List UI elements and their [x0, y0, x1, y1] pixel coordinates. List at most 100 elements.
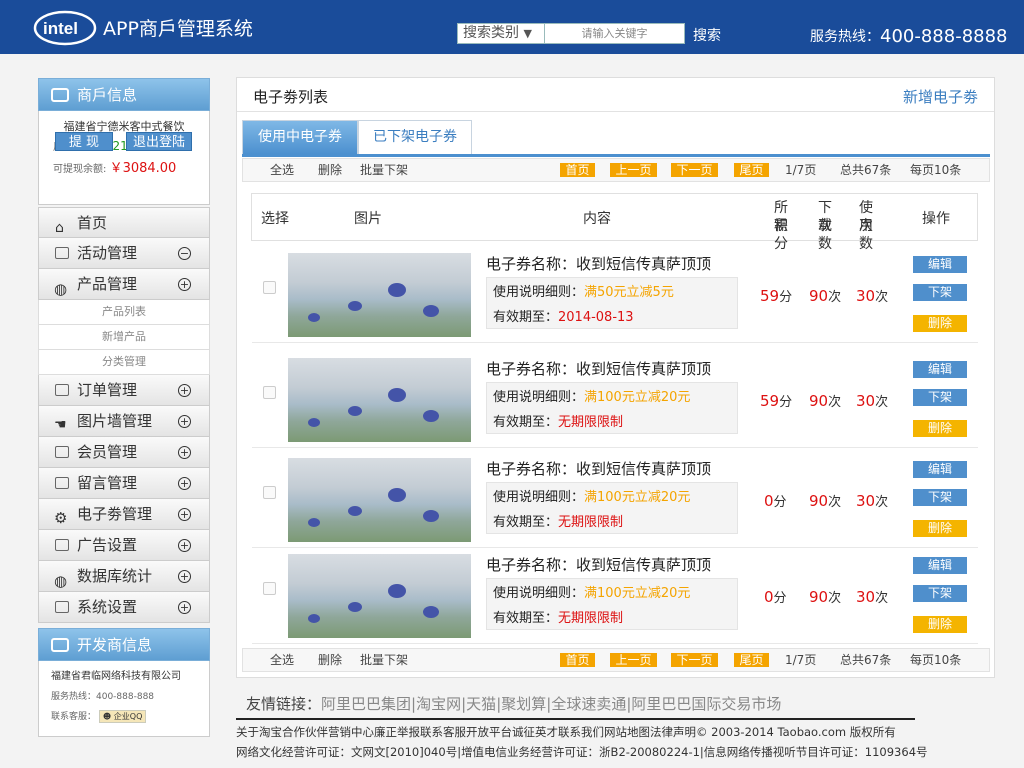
row-checkbox[interactable]	[263, 582, 276, 595]
sidebar-item-settings[interactable]: 系统设置 +	[38, 592, 210, 623]
off-shelf-button[interactable]: 下架	[913, 284, 967, 301]
expand-icon[interactable]: +	[178, 477, 191, 490]
uses-value: 30	[856, 588, 876, 606]
last-page-button[interactable]: 尾页	[734, 653, 769, 667]
select-all-button[interactable]: 全选	[270, 159, 294, 181]
coupon-image[interactable]	[288, 458, 471, 542]
delete-button[interactable]: 删除	[318, 159, 342, 181]
delete-button[interactable]: 删除	[318, 649, 342, 671]
select-all-button[interactable]: 全选	[270, 649, 294, 671]
off-shelf-button[interactable]: 下架	[913, 489, 967, 506]
intel-logo-icon[interactable]: intel	[33, 7, 97, 47]
friend-link[interactable]: 淘宝网	[416, 695, 461, 713]
sidebar-item-label: 广告设置	[77, 536, 138, 554]
uses-value: 30	[856, 287, 876, 305]
friend-link[interactable]: 聚划算	[501, 695, 546, 713]
expiry-label: 有效期至：	[493, 611, 559, 626]
sidebar-item-order[interactable]: 订单管理 +	[38, 375, 210, 406]
prev-page-button[interactable]: 上一页	[610, 163, 657, 177]
prev-page-button[interactable]: 上一页	[610, 653, 657, 667]
edit-button[interactable]: 编辑	[913, 361, 967, 378]
row-checkbox[interactable]	[263, 281, 276, 294]
first-page-button[interactable]: 首页	[560, 653, 595, 667]
expand-icon[interactable]: +	[178, 539, 191, 552]
edit-button[interactable]: 编辑	[913, 461, 967, 478]
next-page-button[interactable]: 下一页	[671, 653, 718, 667]
expand-icon[interactable]: +	[178, 384, 191, 397]
expand-icon[interactable]: +	[178, 446, 191, 459]
coupon-image[interactable]	[288, 358, 471, 442]
sidebar-item-coupon[interactable]: ⚙ 电子劵管理 +	[38, 499, 210, 530]
coupon-detail: 使用说明细则：满100元立减20元 有效期至：无期限限制	[486, 482, 738, 534]
expand-icon[interactable]: +	[178, 278, 191, 291]
delete-row-button[interactable]: 删除	[913, 616, 967, 633]
logo-text: intel	[43, 19, 78, 38]
friend-link[interactable]: 全球速卖通	[551, 695, 626, 713]
expand-icon[interactable]: +	[178, 570, 191, 583]
points-unit: 分	[779, 395, 793, 410]
sidebar-item-label: 留言管理	[77, 474, 138, 492]
footer-divider	[236, 718, 915, 720]
sidebar-item-home[interactable]: ⌂ 首页	[38, 207, 210, 238]
off-shelf-button[interactable]: 下架	[913, 389, 967, 406]
table-row: 电子券名称：收到短信传真萨顶顶 使用说明细则：满100元立减20元 有效期至：无…	[252, 544, 978, 644]
search-input[interactable]: 请输入关键字	[545, 23, 685, 44]
friend-link[interactable]: 阿里巴巴国际交易市场	[631, 695, 781, 713]
batch-off-button[interactable]: 批量下架	[360, 649, 408, 671]
withdraw-button[interactable]: 提 现	[55, 132, 113, 151]
points-value: 59	[760, 287, 780, 305]
main-panel: 电子劵列表 新增电子劵 使用中电子券 已下架电子券 全选 删除 批量下架 首页 …	[236, 77, 995, 678]
edit-button[interactable]: 编辑	[913, 256, 967, 273]
coupon-rule-row: 使用说明细则：满100元立减20元	[493, 386, 690, 405]
sidebar-item-ad[interactable]: 广告设置 +	[38, 530, 210, 561]
tab-active-coupons[interactable]: 使用中电子券	[242, 120, 358, 155]
expand-icon[interactable]: +	[178, 415, 191, 428]
support-label: 联系客服：	[51, 712, 97, 722]
expand-icon[interactable]: +	[178, 508, 191, 521]
sidebar-item-label: 系统设置	[77, 598, 138, 616]
search-category-select[interactable]: 搜索类别 ▼	[457, 23, 545, 44]
qq-chat-button[interactable]: ☻ 企业QQ	[98, 710, 147, 723]
times-unit: 次	[875, 290, 889, 305]
sidebar-subitem-product-category[interactable]: 分类管理	[38, 350, 210, 375]
rule-label: 使用说明细则：	[493, 586, 585, 601]
edit-button[interactable]: 编辑	[913, 557, 967, 574]
table-row: 电子券名称：收到短信传真萨顶顶 使用说明细则：满100元立减20元 有效期至：无…	[252, 448, 978, 548]
logout-button[interactable]: 退出登陆	[126, 132, 192, 151]
off-shelf-button[interactable]: 下架	[913, 585, 967, 602]
sidebar-item-stats[interactable]: ◍ 数据库统计 +	[38, 561, 210, 592]
next-page-button[interactable]: 下一页	[671, 163, 718, 177]
delete-row-button[interactable]: 删除	[913, 420, 967, 437]
coupon-downloads: 90次	[809, 286, 841, 305]
coupon-expiry: 2014-08-13	[558, 310, 634, 325]
times-unit: 次	[828, 591, 842, 606]
sidebar-item-member[interactable]: 会员管理 +	[38, 437, 210, 468]
sidebar-subitem-product-add[interactable]: 新增产品	[38, 325, 210, 350]
delete-row-button[interactable]: 删除	[913, 520, 967, 537]
tab-inactive-coupons[interactable]: 已下架电子券	[358, 120, 472, 155]
search-button[interactable]: 搜索	[693, 25, 721, 45]
add-coupon-button[interactable]: 新增电子劵	[903, 86, 978, 107]
merchant-info-heading: 商戶信息	[38, 78, 210, 111]
delete-row-button[interactable]: 删除	[913, 315, 967, 332]
sidebar-item-gallery[interactable]: ☚ 图片墙管理 +	[38, 406, 210, 437]
friend-link[interactable]: 天猫	[466, 695, 496, 713]
last-page-button[interactable]: 尾页	[734, 163, 769, 177]
sidebar-item-label: 图片墙管理	[77, 412, 153, 430]
expand-icon[interactable]: +	[178, 601, 191, 614]
coupon-image[interactable]	[288, 253, 471, 337]
points-unit: 分	[779, 290, 793, 305]
first-page-button[interactable]: 首页	[560, 163, 595, 177]
coupon-image[interactable]	[288, 554, 471, 638]
coupon-name: 电子券名称：收到短信传真萨顶顶	[486, 556, 712, 574]
row-checkbox[interactable]	[263, 386, 276, 399]
row-checkbox[interactable]	[263, 486, 276, 499]
coupon-uses: 30次	[856, 286, 888, 305]
batch-off-button[interactable]: 批量下架	[360, 159, 408, 181]
sidebar-item-activity[interactable]: 活动管理 −	[38, 238, 210, 269]
sidebar-item-message[interactable]: 留言管理 +	[38, 468, 210, 499]
friend-link[interactable]: 阿里巴巴集团	[321, 695, 411, 713]
sidebar-item-product[interactable]: ◍ 产品管理 +	[38, 269, 210, 300]
collapse-icon[interactable]: −	[178, 247, 191, 260]
search-category-label: 搜索类别	[463, 25, 519, 41]
